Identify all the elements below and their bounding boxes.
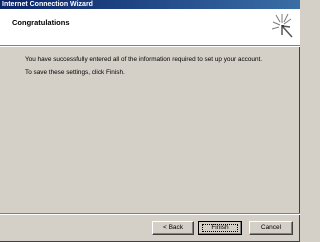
wizard-header: Congratulations [0, 9, 300, 45]
page-title: Congratulations [12, 18, 70, 27]
window-title: Internet Connection Wizard [2, 1, 93, 8]
cancel-button[interactable]: Cancel [249, 221, 293, 235]
footer-divider [0, 213, 300, 215]
wizard-sparkle-icon [268, 11, 296, 41]
success-message: You have successfully entered all of the… [25, 56, 263, 63]
back-button[interactable]: < Back [152, 221, 194, 235]
title-bar[interactable]: Internet Connection Wizard [0, 0, 300, 9]
wizard-window: Internet Connection Wizard Congratulatio… [0, 0, 300, 242]
header-divider [0, 45, 300, 47]
instruction-text: To save these settings, click Finish. [25, 69, 125, 76]
focus-rectangle [202, 224, 238, 232]
finish-button[interactable]: Finish [198, 221, 242, 235]
